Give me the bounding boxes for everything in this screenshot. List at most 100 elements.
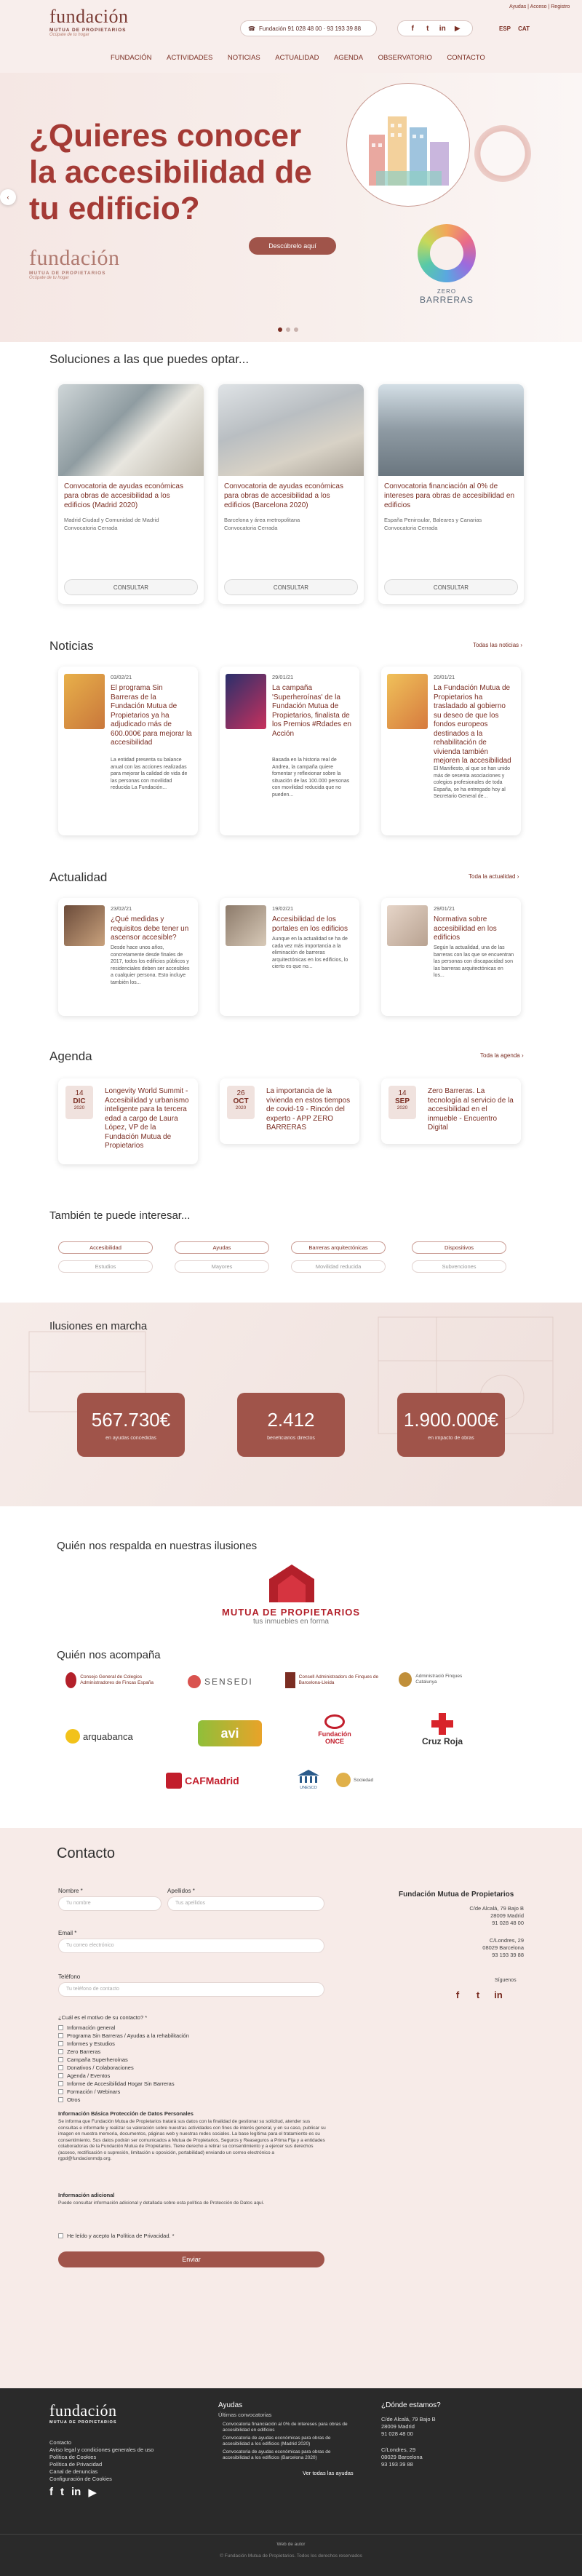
reason-option[interactable]: Campaña Superheroínas — [58, 2056, 128, 2063]
solution-title[interactable]: Convocatoria financiación al 0% de inter… — [384, 482, 518, 510]
solution-title[interactable]: Convocatoria de ayudas económicas para o… — [224, 482, 358, 510]
reason-option[interactable]: Formación / Webinars — [58, 2088, 120, 2095]
checkbox[interactable] — [58, 2033, 63, 2038]
facebook-icon[interactable]: f — [49, 2486, 53, 2499]
tag-dispositivos[interactable]: Dispositivos — [412, 1241, 506, 1254]
linkedin-icon[interactable]: in — [437, 23, 447, 33]
checkbox[interactable] — [58, 2081, 63, 2086]
top-link-acceso[interactable]: Acceso — [530, 4, 547, 9]
tag-subvenciones[interactable]: Subvenciones — [412, 1260, 506, 1273]
reason-option[interactable]: Programa Sin Barreras / Ayudas a la reha… — [58, 2032, 189, 2039]
actualidad-card[interactable]: 19/02/21 Accesibilidad de los portales e… — [220, 898, 359, 1016]
reason-option[interactable]: Zero Barreras — [58, 2048, 100, 2055]
nav-agenda[interactable]: AGENDA — [334, 54, 363, 62]
linkedin-icon[interactable]: in — [71, 2486, 81, 2499]
tag-estudios[interactable]: Estudios — [58, 1260, 153, 1273]
email-field[interactable]: Tu correo electrónico — [58, 1939, 324, 1953]
surname-field[interactable]: Tus apellidos — [167, 1896, 324, 1911]
privacy-accept[interactable]: He leído y acepto la Política de Privaci… — [58, 2233, 175, 2239]
footer-link[interactable]: Política de Privacidad — [49, 2461, 154, 2468]
footer-ayuda-link[interactable]: Convocatoria de ayudas económicas para o… — [223, 2449, 354, 2461]
linkedin-icon[interactable]: in — [493, 1989, 503, 2000]
footer-ayuda-link[interactable]: Convocatoria de ayudas económicas para o… — [223, 2436, 354, 2447]
facebook-icon[interactable]: f — [453, 1989, 463, 2000]
address-phone[interactable]: 91 028 48 00 — [381, 2430, 436, 2438]
partner-avi[interactable]: avi — [198, 1720, 262, 1746]
partner-cafbl[interactable]: Consell Administradors de Finques de Bar… — [285, 1672, 387, 1688]
solution-title[interactable]: Convocatoria de ayudas económicas para o… — [64, 482, 198, 510]
address-phone[interactable]: 91 028 48 00 — [407, 1920, 524, 1927]
checkbox[interactable] — [58, 2025, 63, 2030]
actualidad-card[interactable]: 23/02/21 ¿Qué medidas y requisitos debe … — [58, 898, 198, 1016]
agenda-event-title[interactable]: Longevity World Summit - Accesibilidad y… — [105, 1087, 191, 1151]
checkbox[interactable] — [58, 2089, 63, 2094]
actualidad-title-link[interactable]: ¿Qué medidas y requisitos debe tener un … — [111, 915, 192, 943]
checkbox[interactable] — [58, 2049, 63, 2054]
facebook-icon[interactable]: f — [407, 23, 418, 33]
phone-pill[interactable]: ☎ Fundación 91 028 48 00 · 93 193 39 88 — [240, 20, 377, 36]
consult-button[interactable]: CONSULTAR — [64, 579, 198, 595]
nav-actividades[interactable]: ACTIVIDADES — [167, 54, 212, 62]
tag-movilidad[interactable]: Movilidad reducida — [291, 1260, 386, 1273]
agenda-card[interactable]: 14 DIC 2020 Longevity World Summit - Acc… — [58, 1078, 198, 1164]
consult-button[interactable]: CONSULTAR — [384, 579, 518, 595]
address-phone[interactable]: 93 193 39 88 — [407, 1952, 524, 1959]
slider-prev-button[interactable]: ‹ — [0, 189, 16, 205]
mutua-brand[interactable]: MUTUA DE PROPIETARIOS tus inmuebles en f… — [218, 1607, 364, 1626]
footer-ayuda-link[interactable]: Convocatoria financiación al 0% de inter… — [223, 2422, 354, 2433]
nav-actualidad[interactable]: ACTUALIDAD — [275, 54, 319, 62]
actualidad-more-link[interactable]: Toda la actualidad › — [469, 873, 519, 880]
tag-accesibilidad[interactable]: Accesibilidad — [58, 1241, 153, 1254]
submit-button[interactable]: Enviar — [58, 2251, 324, 2267]
actualidad-title-link[interactable]: Accesibilidad de los portales en los edi… — [272, 915, 354, 934]
site-logo[interactable]: fundación MUTUA DE PROPIETARIOS Ocúpate … — [49, 6, 128, 37]
partner-cruzroja[interactable]: Cruz Roja — [420, 1713, 464, 1746]
phone-field[interactable]: Tu teléfono de contacto — [58, 1982, 324, 1997]
agenda-event-title[interactable]: La importancia de la vivienda en estos t… — [266, 1087, 352, 1133]
slider-dot-2[interactable] — [286, 327, 290, 332]
news-title-link[interactable]: La Fundación Mutua de Propietarios ha tr… — [434, 684, 515, 766]
tag-barreras[interactable]: Barreras arquitectónicas — [291, 1241, 386, 1254]
agenda-more-link[interactable]: Toda la agenda › — [480, 1052, 524, 1059]
tag-mayores[interactable]: Mayores — [175, 1260, 269, 1273]
news-card[interactable]: 29/01/21 La campaña 'Superheroínas' de l… — [220, 667, 359, 835]
partner-sociedad[interactable]: Sociedad — [336, 1773, 373, 1787]
partner-afc[interactable]: Administració Finques Catalunya — [399, 1672, 479, 1687]
footer-link[interactable]: Configuración de Cookies — [49, 2476, 154, 2483]
extra-info-text[interactable]: Puede consultar información adicional y … — [58, 2201, 327, 2207]
youtube-icon[interactable]: ▶ — [453, 23, 463, 33]
checkbox[interactable] — [58, 2073, 63, 2078]
partner-sensedi[interactable]: SENSEDI — [188, 1675, 253, 1688]
checkbox[interactable] — [58, 2065, 63, 2070]
footer-logo[interactable]: fundación MUTUA DE PROPIETARIOS — [49, 2401, 117, 2425]
solution-card[interactable]: Convocatoria financiación al 0% de inter… — [378, 384, 524, 604]
checkbox[interactable] — [58, 2057, 63, 2062]
news-card[interactable]: 20/01/21 La Fundación Mutua de Propietar… — [381, 667, 521, 835]
partner-cgcafe[interactable]: Consejo General de Colegios Administrado… — [65, 1672, 175, 1688]
reason-option[interactable]: Informes y Estudios — [58, 2040, 115, 2047]
news-more-link[interactable]: Todas las noticias › — [473, 642, 522, 648]
footer-web-credit[interactable]: Web de autor — [0, 2541, 582, 2548]
nav-fundacion[interactable]: FUNDACIÓN — [111, 54, 151, 62]
footer-link[interactable]: Contacto — [49, 2439, 154, 2446]
top-link-registro[interactable]: Registro — [551, 4, 570, 9]
nav-contacto[interactable]: CONTACTO — [447, 54, 485, 62]
partner-cafmadrid[interactable]: CAFMadrid — [166, 1773, 239, 1789]
nav-observatorio[interactable]: OBSERVATORIO — [378, 54, 432, 62]
actualidad-title-link[interactable]: Normativa sobre accesibilidad en los edi… — [434, 915, 515, 943]
agenda-card[interactable]: 26 OCT 2020 La importancia de la viviend… — [220, 1078, 359, 1144]
news-title-link[interactable]: El programa Sin Barreras de la Fundación… — [111, 684, 192, 748]
partner-once[interactable]: Fundación ONCE — [313, 1714, 356, 1745]
reason-option[interactable]: Informe de Accesibilidad Hogar Sin Barre… — [58, 2080, 175, 2087]
twitter-icon[interactable]: t — [60, 2486, 64, 2499]
slider-dot-3[interactable] — [294, 327, 298, 332]
slider-dot-1[interactable] — [278, 327, 282, 332]
agenda-card[interactable]: 14 SEP 2020 Zero Barreras. La tecnología… — [381, 1078, 521, 1144]
footer-link[interactable]: Canal de denuncias — [49, 2468, 154, 2476]
reason-option[interactable]: Donativos / Colaboraciones — [58, 2064, 134, 2071]
tag-ayudas[interactable]: Ayudas — [175, 1241, 269, 1254]
reason-option[interactable]: Agenda / Eventos — [58, 2072, 110, 2079]
footer-link[interactable]: Política de Cookies — [49, 2454, 154, 2461]
address-phone[interactable]: 93 193 39 88 — [381, 2461, 423, 2468]
solution-card[interactable]: Convocatoria de ayudas económicas para o… — [58, 384, 204, 604]
